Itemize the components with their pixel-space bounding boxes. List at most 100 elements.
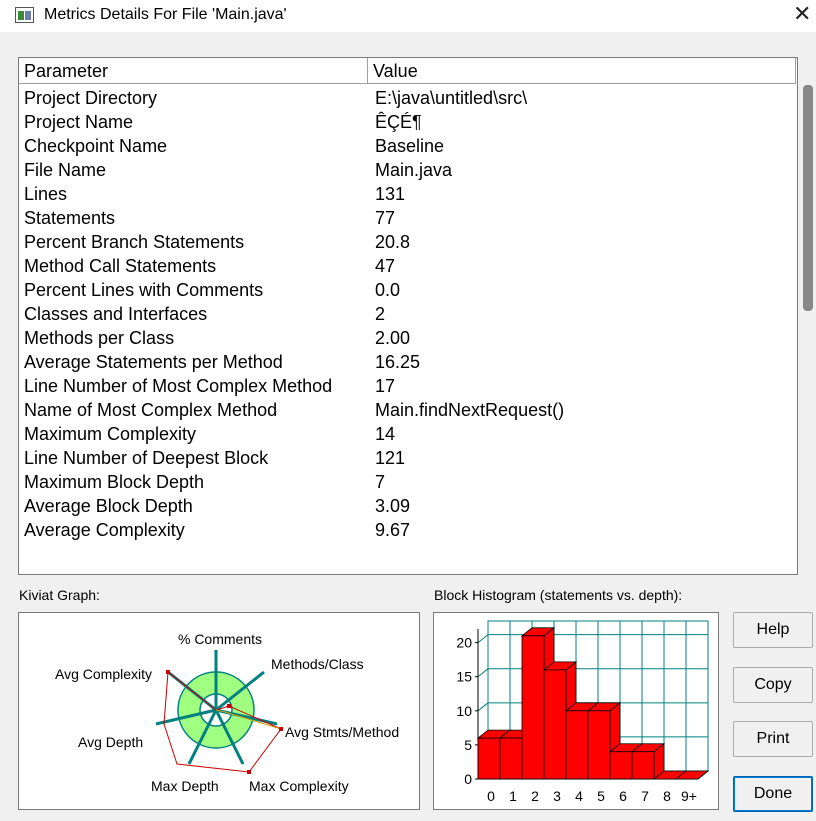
metrics-rows: Project Directory E:\java\untitled\src\ Pr… bbox=[19, 86, 797, 542]
histogram-bar bbox=[587, 710, 611, 780]
y-tick-label: 15 bbox=[456, 669, 472, 685]
table-row[interactable]: Methods per Class 2.00 bbox=[19, 326, 797, 350]
x-tick-label: 9+ bbox=[681, 788, 697, 804]
parameter-cell: Classes and Interfaces bbox=[24, 304, 208, 324]
histogram-bar bbox=[565, 710, 589, 780]
table-row[interactable]: Line Number of Deepest Block 121 bbox=[19, 446, 797, 470]
axis-label-stmts: Avg Stmts/Method bbox=[285, 724, 399, 740]
parameter-cell: Maximum Complexity bbox=[24, 424, 197, 444]
axis-label-methods: Methods/Class bbox=[271, 656, 364, 672]
window-title: Metrics Details For File 'Main.java' bbox=[44, 6, 287, 23]
column-header-value[interactable]: Value bbox=[368, 58, 796, 84]
table-row[interactable]: Checkpoint Name Baseline bbox=[19, 134, 797, 158]
table-row[interactable]: Lines 131 bbox=[19, 182, 797, 206]
table-row[interactable]: Statements 77 bbox=[19, 206, 797, 230]
x-tick-label: 1 bbox=[509, 788, 517, 804]
close-icon[interactable]: ✕ bbox=[793, 3, 811, 25]
axis-label-max-complexity: Max Complexity bbox=[249, 778, 349, 794]
metrics-table[interactable]: Parameter Value Project Directory E:\java… bbox=[18, 57, 798, 575]
table-row[interactable]: File Name Main.java bbox=[19, 158, 797, 182]
kiviat-svg: % Comments Methods/Class Avg Stmts/Metho… bbox=[55, 631, 399, 794]
parameter-cell: Average Block Depth bbox=[24, 496, 193, 516]
value-cell: Baseline bbox=[375, 136, 445, 156]
table-row[interactable]: Average Complexity 9.67 bbox=[19, 518, 797, 542]
histogram-grid-line bbox=[477, 634, 489, 644]
table-row[interactable]: Percent Branch Statements 20.8 bbox=[19, 230, 797, 254]
histogram-svg: 051015200 1 2 3 4 5 6 7 8 9+ bbox=[456, 620, 710, 804]
value-cell: Main.findNextRequest() bbox=[375, 400, 565, 420]
value-cell: ÊÇÉ¶ bbox=[375, 112, 422, 132]
parameter-cell: Line Number of Most Complex Method bbox=[24, 376, 333, 396]
done-button[interactable]: Done bbox=[733, 776, 813, 812]
table-row[interactable]: Percent Lines with Comments 0.0 bbox=[19, 278, 797, 302]
value-cell: 7 bbox=[375, 472, 386, 492]
histogram-bar bbox=[521, 635, 545, 780]
parameter-cell: Percent Lines with Comments bbox=[24, 280, 264, 300]
x-tick-label: 4 bbox=[575, 788, 583, 804]
parameter-cell: Statements bbox=[24, 208, 116, 228]
value-cell: 131 bbox=[375, 184, 406, 204]
y-tick-label: 0 bbox=[464, 771, 472, 787]
parameter-cell: Project Directory bbox=[24, 88, 158, 108]
vertical-scrollbar[interactable] bbox=[798, 57, 816, 575]
table-row[interactable]: Average Block Depth 3.09 bbox=[19, 494, 797, 518]
value-cell: Main.java bbox=[375, 160, 453, 180]
parameter-cell: Maximum Block Depth bbox=[24, 472, 205, 492]
table-row[interactable]: Average Statements per Method 16.25 bbox=[19, 350, 797, 374]
table-row[interactable]: Classes and Interfaces 2 bbox=[19, 302, 797, 326]
y-tick-label: 10 bbox=[456, 703, 472, 719]
value-cell: 77 bbox=[375, 208, 396, 228]
axis-label-max-depth: Max Depth bbox=[151, 778, 219, 794]
x-tick-label: 2 bbox=[531, 788, 539, 804]
parameter-cell: Lines bbox=[24, 184, 68, 204]
axis-label-avg-depth: Avg Depth bbox=[78, 734, 143, 750]
histogram-bar bbox=[609, 751, 633, 780]
value-cell: 17 bbox=[375, 376, 396, 396]
table-row[interactable]: Line Number of Most Complex Method 17 bbox=[19, 374, 797, 398]
parameter-cell: Project Name bbox=[24, 112, 134, 132]
value-cell: 0.0 bbox=[375, 280, 401, 300]
histogram-bar bbox=[477, 737, 501, 780]
parameter-cell: File Name bbox=[24, 160, 107, 180]
table-row[interactable]: Project Name ÊÇÉ¶ bbox=[19, 110, 797, 134]
value-cell: 2 bbox=[375, 304, 386, 324]
help-button[interactable]: Help bbox=[733, 612, 813, 648]
table-row[interactable]: Name of Most Complex Method Main.findNext… bbox=[19, 398, 797, 422]
histogram-grid-line bbox=[477, 668, 489, 678]
scrollbar-thumb[interactable] bbox=[803, 85, 813, 311]
value-cell: 20.8 bbox=[375, 232, 411, 252]
x-tick-label: 7 bbox=[641, 788, 649, 804]
histogram-bar bbox=[543, 669, 567, 780]
value-cell: 9.67 bbox=[375, 520, 411, 540]
histogram-grid-line bbox=[477, 702, 489, 712]
block-histogram: 0 5 10 15 20 0 1 2 3 4 5 6 7 8 9+ bbox=[433, 612, 719, 810]
table-row[interactable]: Maximum Block Depth 7 bbox=[19, 470, 797, 494]
value-cell: 14 bbox=[375, 424, 396, 444]
column-header-parameter[interactable]: Parameter bbox=[19, 58, 368, 84]
value-cell: 3.09 bbox=[375, 496, 411, 516]
print-button[interactable]: Print bbox=[733, 721, 813, 757]
table-row[interactable]: Method Call Statements 47 bbox=[19, 254, 797, 278]
parameter-cell: Average Statements per Method bbox=[24, 352, 283, 372]
parameter-cell: Name of Most Complex Method bbox=[24, 400, 278, 420]
histogram-bar bbox=[631, 751, 655, 780]
parameter-cell: Average Complexity bbox=[24, 520, 185, 540]
table-row[interactable]: Maximum Complexity 14 bbox=[19, 422, 797, 446]
axis-label-avg-complexity: Avg Complexity bbox=[55, 666, 152, 682]
histogram-label: Block Histogram (statements vs. depth): bbox=[434, 587, 683, 603]
parameter-cell: Checkpoint Name bbox=[24, 136, 168, 156]
value-cell: 2.00 bbox=[375, 328, 411, 348]
histogram-bar bbox=[499, 737, 523, 780]
parameter-cell: Method Call Statements bbox=[24, 256, 217, 276]
parameter-cell: Line Number of Deepest Block bbox=[24, 448, 269, 468]
copy-button[interactable]: Copy bbox=[733, 667, 813, 703]
kiviat-label: Kiviat Graph: bbox=[19, 587, 100, 603]
table-row[interactable]: Project Directory E:\java\untitled\src\ bbox=[19, 86, 797, 110]
axis-label-comments: % Comments bbox=[178, 631, 262, 647]
title-bar: Metrics Details For File 'Main.java' ✕ bbox=[0, 0, 816, 32]
parameter-cell: Methods per Class bbox=[24, 328, 175, 348]
value-cell: 16.25 bbox=[375, 352, 421, 372]
app-icon bbox=[15, 7, 34, 23]
x-tick-label: 0 bbox=[487, 788, 495, 804]
x-tick-label: 6 bbox=[619, 788, 627, 804]
